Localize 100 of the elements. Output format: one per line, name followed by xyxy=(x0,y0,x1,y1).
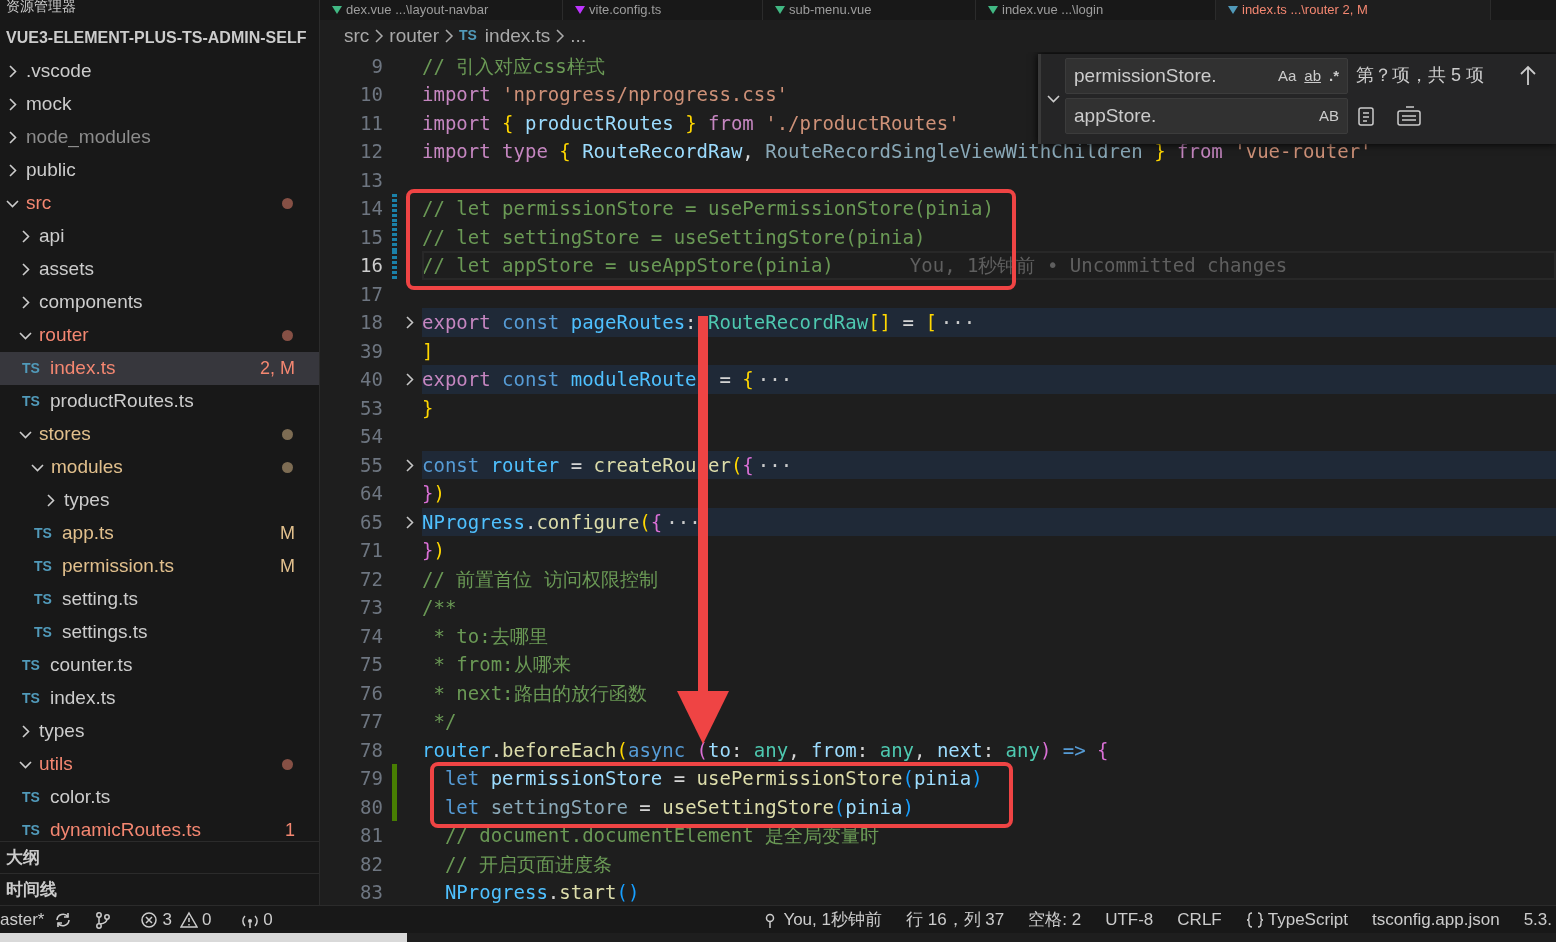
status-item[interactable]: You, 1秒钟前 xyxy=(761,906,882,933)
line-number: 77 xyxy=(359,709,383,735)
code-line: import 'nprogress/nprogress.css' xyxy=(422,82,789,108)
file-item[interactable]: TS productRoutes.ts xyxy=(0,384,319,418)
code-line: NProgress.start() xyxy=(443,880,640,905)
folder-item[interactable]: public xyxy=(0,153,319,187)
sync-icon[interactable] xyxy=(54,910,73,929)
breadcrumb-item[interactable]: ... xyxy=(570,21,587,51)
toggle-button[interactable]: Aa xyxy=(1277,64,1297,88)
line-number: 78 xyxy=(359,737,383,763)
section-header[interactable]: 时间线 xyxy=(6,880,57,899)
file-item[interactable]: TS index.ts xyxy=(0,681,319,715)
line-number: 71 xyxy=(359,538,383,564)
folder-item[interactable]: mock xyxy=(0,87,319,121)
status-item[interactable]: tsconfig.app.json xyxy=(1372,906,1500,933)
line-number: 16 xyxy=(359,253,383,279)
folder-item[interactable]: router xyxy=(0,318,319,352)
line-number: 82 xyxy=(359,851,383,877)
toggle-button[interactable]: .* xyxy=(1329,64,1339,88)
typescript-icon: TS xyxy=(22,786,50,808)
find-input[interactable]: permissionStore. Aa ab .* xyxy=(1065,57,1348,94)
status-item[interactable]: 3 xyxy=(140,906,172,933)
code-line: */ xyxy=(432,709,457,735)
line-number: 9 xyxy=(370,53,383,79)
folder-item[interactable]: utils xyxy=(0,747,319,781)
folder-item[interactable]: .vscode xyxy=(0,54,319,88)
file-item[interactable]: TS app.ts M xyxy=(0,516,319,550)
branch-name[interactable]: aster* xyxy=(0,906,45,933)
typescript-icon: TS xyxy=(22,819,50,841)
typescript-icon: TS xyxy=(22,687,50,709)
section-header[interactable]: 大纲 xyxy=(6,848,40,867)
file-item[interactable]: TS dynamicRoutes.ts 1 xyxy=(0,813,319,841)
line-number: 72 xyxy=(359,566,383,592)
breadcrumb-item[interactable]: router xyxy=(389,21,439,51)
status-item[interactable]: 空格: 2 xyxy=(1028,906,1082,933)
status-item[interactable]: 0 xyxy=(179,906,212,933)
file-item[interactable]: TS permission.ts M xyxy=(0,549,319,583)
replace-input[interactable]: appStore. AB xyxy=(1065,97,1348,134)
file-item[interactable]: TS index.ts 2, M xyxy=(0,351,319,385)
line-number: 74 xyxy=(359,623,383,649)
line-number: 80 xyxy=(359,794,383,820)
file-type-icon xyxy=(332,5,342,15)
file-type-icon xyxy=(1228,5,1238,15)
toggle-button[interactable]: AB xyxy=(1319,104,1339,128)
line-number: 13 xyxy=(359,167,383,193)
replace-icon[interactable] xyxy=(1356,104,1376,127)
file-item[interactable]: TS setting.ts xyxy=(0,582,319,616)
file-item[interactable]: TS color.ts xyxy=(0,780,319,814)
folder-item[interactable]: node_modules xyxy=(0,120,319,154)
status-item[interactable]: UTF-8 xyxy=(1105,906,1154,933)
file-item[interactable]: TS settings.ts xyxy=(0,615,319,649)
line-number: 54 xyxy=(359,424,383,450)
line-number: 65 xyxy=(359,509,383,535)
typescript-icon: TS xyxy=(22,654,50,676)
up-arrow-icon[interactable] xyxy=(1518,64,1538,87)
status-item[interactable]: TypeScript xyxy=(1245,906,1349,933)
code-line: import { productRoutes } from './productRoutes' xyxy=(422,110,960,136)
code-line: /** xyxy=(422,595,457,621)
project-title[interactable]: VUE3-ELEMENT-PLUS-TS-ADMIN-SELF xyxy=(6,28,307,46)
typescript-icon: TS xyxy=(34,555,62,577)
editor-tab[interactable]: dex.vue ...\layout-navbar xyxy=(320,0,563,20)
folder-item[interactable]: stores xyxy=(0,417,319,451)
code-line: export const pageRoutes: RouteRecordRaw[] = [ ··· xyxy=(422,310,976,336)
line-number: 55 xyxy=(359,452,383,478)
breadcrumb-item[interactable]: index.ts xyxy=(484,21,551,51)
status-item[interactable]: CRLF xyxy=(1177,906,1222,933)
breadcrumb-item[interactable]: src xyxy=(344,21,370,51)
editor-tab[interactable]: vite.config.ts xyxy=(563,0,763,20)
editor-tab[interactable]: index.ts ...\router 2, M xyxy=(1216,0,1491,20)
typescript-icon: TS xyxy=(34,522,62,544)
line-number: 12 xyxy=(359,139,383,165)
file-item[interactable]: TS counter.ts xyxy=(0,648,319,682)
folder-item[interactable]: types xyxy=(0,483,319,517)
line-number: 81 xyxy=(359,823,383,849)
line-number: 15 xyxy=(359,224,383,250)
typescript-icon: TS xyxy=(22,357,50,379)
status-item[interactable]: 行 16，列 37 xyxy=(906,906,1005,933)
editor-tab[interactable]: sub-menu.vue xyxy=(763,0,976,20)
folder-item[interactable]: assets xyxy=(0,252,319,286)
folder-item[interactable]: modules xyxy=(0,450,319,484)
code-line: NProgress.configure({ ··· xyxy=(422,509,701,535)
status-item[interactable]: 0 xyxy=(241,906,273,933)
toggle-button[interactable]: ab xyxy=(1304,64,1321,88)
match-count: 第？项，共 5 项 xyxy=(1356,64,1484,88)
code-line: const router = createRou er({ ··· xyxy=(422,452,793,478)
replace-all-icon[interactable] xyxy=(1396,104,1422,127)
line-number: 39 xyxy=(359,338,383,364)
code-line: }) xyxy=(422,481,445,507)
warning-icon xyxy=(179,910,198,929)
file-type-icon xyxy=(575,5,585,15)
source-control-icon[interactable] xyxy=(94,910,113,929)
folder-item[interactable]: src xyxy=(0,186,319,220)
status-item[interactable]: 5.3. xyxy=(1523,906,1552,933)
folder-item[interactable]: types xyxy=(0,714,319,748)
line-number: 76 xyxy=(359,680,383,706)
line-number: 11 xyxy=(359,110,383,136)
file-type-icon xyxy=(988,5,998,15)
folder-item[interactable]: api xyxy=(0,219,319,253)
folder-item[interactable]: components xyxy=(0,285,319,319)
line-number: 64 xyxy=(359,481,383,507)
